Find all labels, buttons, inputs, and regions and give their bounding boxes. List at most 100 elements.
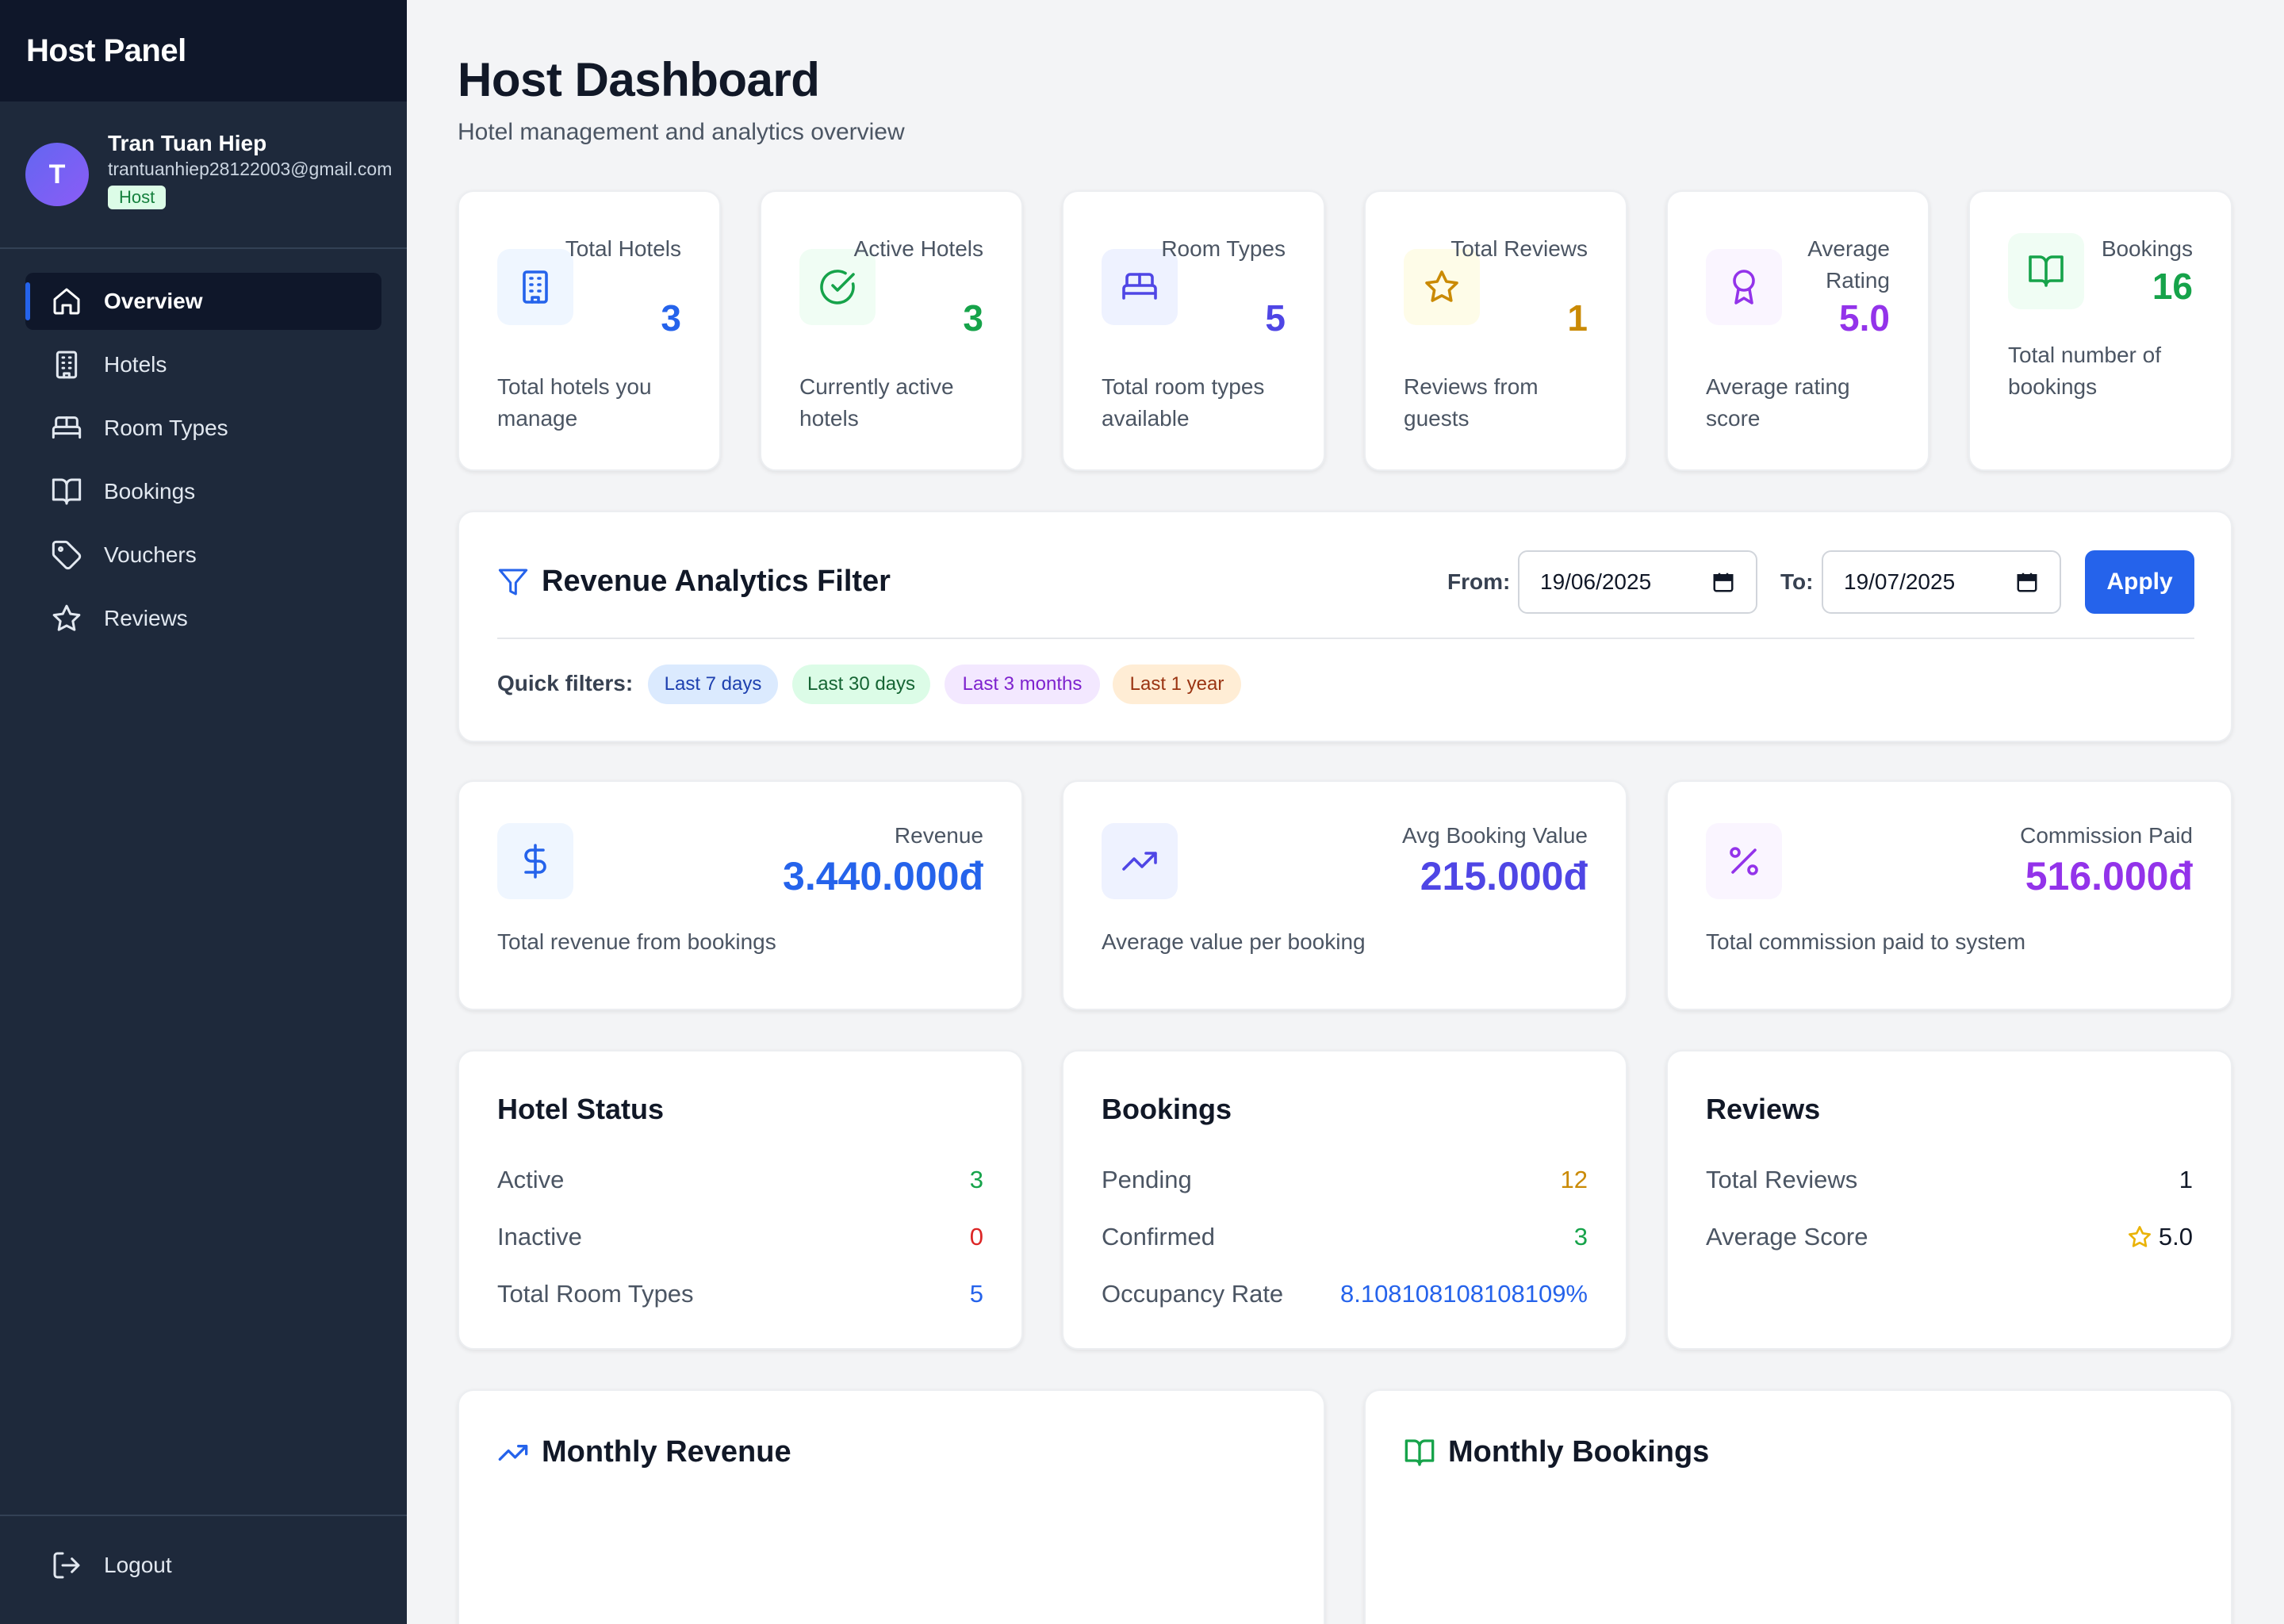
sidebar-header: Host Panel <box>0 0 407 102</box>
star-icon <box>51 603 104 634</box>
to-label: To: <box>1780 569 1814 594</box>
revenue-filter-card: Revenue Analytics Filter From: 19/06/202… <box>458 511 2232 742</box>
row-label: Confirmed <box>1102 1223 1215 1251</box>
commission-description: Total commission paid to system <box>1706 929 2026 954</box>
row-value: 5 <box>969 1280 983 1308</box>
commission-value: 516.000đ <box>2025 854 2193 898</box>
sidebar-item-reviews[interactable]: Reviews <box>25 590 381 647</box>
row-label: Total Room Types <box>497 1280 694 1308</box>
sidebar: Host Panel T Tran Tuan Hiep trantuanhiep… <box>0 0 407 1624</box>
logout-button[interactable]: Logout <box>51 1549 172 1581</box>
stat-label: Active Hotels <box>853 236 983 261</box>
sidebar-item-room-types[interactable]: Room Types <box>25 400 381 457</box>
sidebar-nav: Overview Hotels Room Types Bookings Vouc… <box>0 249 407 647</box>
stat-description: Total room types available <box>1102 374 1265 431</box>
hotel-status-card: Hotel Status Active 3 Inactive 0 Total R… <box>458 1050 1023 1350</box>
revenue-description: Total revenue from bookings <box>497 929 776 954</box>
sidebar-footer: Logout <box>0 1515 407 1624</box>
stat-card-active-hotels: Active Hotels 3 Currently active hotels <box>760 190 1023 471</box>
stat-label: Bookings <box>2101 236 2193 261</box>
revenue-value: 3.440.000đ <box>783 854 983 898</box>
filter-icon <box>497 566 529 598</box>
stat-label: Total Hotels <box>565 236 681 261</box>
card-title: Bookings <box>1102 1093 1232 1125</box>
row-label: Average Score <box>1706 1223 1868 1251</box>
stat-card-total-hotels: Total Hotels 3 Total hotels you manage <box>458 190 721 471</box>
bed-icon <box>51 412 104 444</box>
quick-filter-30-days[interactable]: Last 30 days <box>792 665 930 704</box>
trending-up-icon <box>1102 823 1178 899</box>
dollar-icon <box>497 823 573 899</box>
stat-value: 16 <box>2152 266 2193 307</box>
logout-label: Logout <box>104 1553 172 1577</box>
sidebar-item-label: Bookings <box>104 479 196 504</box>
sidebar-item-overview[interactable]: Overview <box>25 273 381 330</box>
sidebar-title: Host Panel <box>26 33 186 68</box>
avg-booking-value-description: Average value per booking <box>1102 929 1366 954</box>
calendar-icon[interactable] <box>2015 570 2039 594</box>
calendar-icon[interactable] <box>1711 570 1735 594</box>
row-value: 12 <box>1560 1166 1588 1193</box>
apply-button[interactable]: Apply <box>2085 550 2194 614</box>
from-label: From: <box>1447 569 1511 594</box>
sidebar-item-label: Hotels <box>104 352 167 377</box>
stat-card-bookings: Bookings 16 Total number of bookings <box>1968 190 2232 471</box>
avatar[interactable]: T <box>25 143 89 206</box>
sidebar-item-label: Overview <box>104 289 203 313</box>
summary-row: Total Room Types 5 <box>497 1278 983 1310</box>
home-icon <box>51 285 104 317</box>
star-icon <box>2127 1224 2152 1250</box>
book-icon <box>51 476 104 508</box>
page-title: Host Dashboard <box>458 53 820 106</box>
monthly-bookings-card: Monthly Bookings <box>1364 1389 2232 1624</box>
avg-booking-value-label: Avg Booking Value <box>1401 823 1588 848</box>
percent-icon <box>1706 823 1782 899</box>
stat-card-room-types: Room Types 5 Total room types available <box>1062 190 1325 471</box>
from-date-input[interactable]: 19/06/2025 <box>1518 550 1757 614</box>
quick-filter-3-months[interactable]: Last 3 months <box>945 665 1100 704</box>
sidebar-item-label: Vouchers <box>104 542 197 567</box>
stat-card-total-reviews: Total Reviews 1 Reviews from guests <box>1364 190 1627 471</box>
stat-value: 3 <box>963 297 983 339</box>
row-value: 1 <box>2179 1166 2193 1193</box>
tag-icon <box>51 539 104 571</box>
page-subtitle: Hotel management and analytics overview <box>458 119 905 145</box>
to-date-input[interactable]: 19/07/2025 <box>1822 550 2061 614</box>
stat-label: Total Reviews <box>1450 236 1588 261</box>
user-profile: T Tran Tuan Hiep trantuanhiep28122003@gm… <box>0 102 407 249</box>
quick-filter-7-days[interactable]: Last 7 days <box>648 665 778 704</box>
chart-title: Monthly Bookings <box>1404 1435 1709 1469</box>
row-label: Pending <box>1102 1166 1192 1193</box>
card-title: Reviews <box>1706 1093 1821 1125</box>
revenue-label: Revenue <box>894 823 983 848</box>
chart-title: Monthly Revenue <box>497 1435 791 1469</box>
row-value: 5.0 <box>2158 1223 2193 1251</box>
stat-value: 5 <box>1265 297 1286 339</box>
stat-description: Reviews from guests <box>1404 374 1539 431</box>
divider <box>497 638 2194 639</box>
to-date-value: 19/07/2025 <box>1844 569 1956 594</box>
sidebar-item-label: Reviews <box>104 606 188 630</box>
row-value: 3 <box>969 1166 983 1193</box>
quick-filters-label: Quick filters: <box>497 671 634 695</box>
avg-booking-value: 215.000đ <box>1420 854 1588 898</box>
monthly-revenue-card: Monthly Revenue <box>458 1389 1325 1624</box>
summary-row: Average Score 5.0 <box>1706 1221 2193 1253</box>
trending-up-icon <box>497 1437 542 1469</box>
stat-description: Total hotels you manage <box>497 374 652 431</box>
row-label: Total Reviews <box>1706 1166 1858 1193</box>
stat-description: Average rating score <box>1706 374 1850 431</box>
quick-filter-1-year[interactable]: Last 1 year <box>1113 665 1241 704</box>
sidebar-item-vouchers[interactable]: Vouchers <box>25 527 381 584</box>
stat-value: 5.0 <box>1839 297 1890 339</box>
from-date-value: 19/06/2025 <box>1540 569 1652 594</box>
stat-card-average-rating: Average Rating 5.0 Average rating score <box>1666 190 1930 471</box>
commission-label: Commission Paid <box>2020 823 2193 848</box>
sidebar-item-bookings[interactable]: Bookings <box>25 463 381 520</box>
chart-title-label: Monthly Bookings <box>1448 1435 1710 1469</box>
stat-description: Currently active hotels <box>799 374 954 431</box>
stat-label: Average Rating <box>1807 236 1890 293</box>
bookings-summary-card: Bookings Pending 12 Confirmed 3 Occupanc… <box>1062 1050 1627 1350</box>
sidebar-item-hotels[interactable]: Hotels <box>25 336 381 393</box>
user-email: trantuanhiep28122003@gmail.com <box>108 159 393 179</box>
